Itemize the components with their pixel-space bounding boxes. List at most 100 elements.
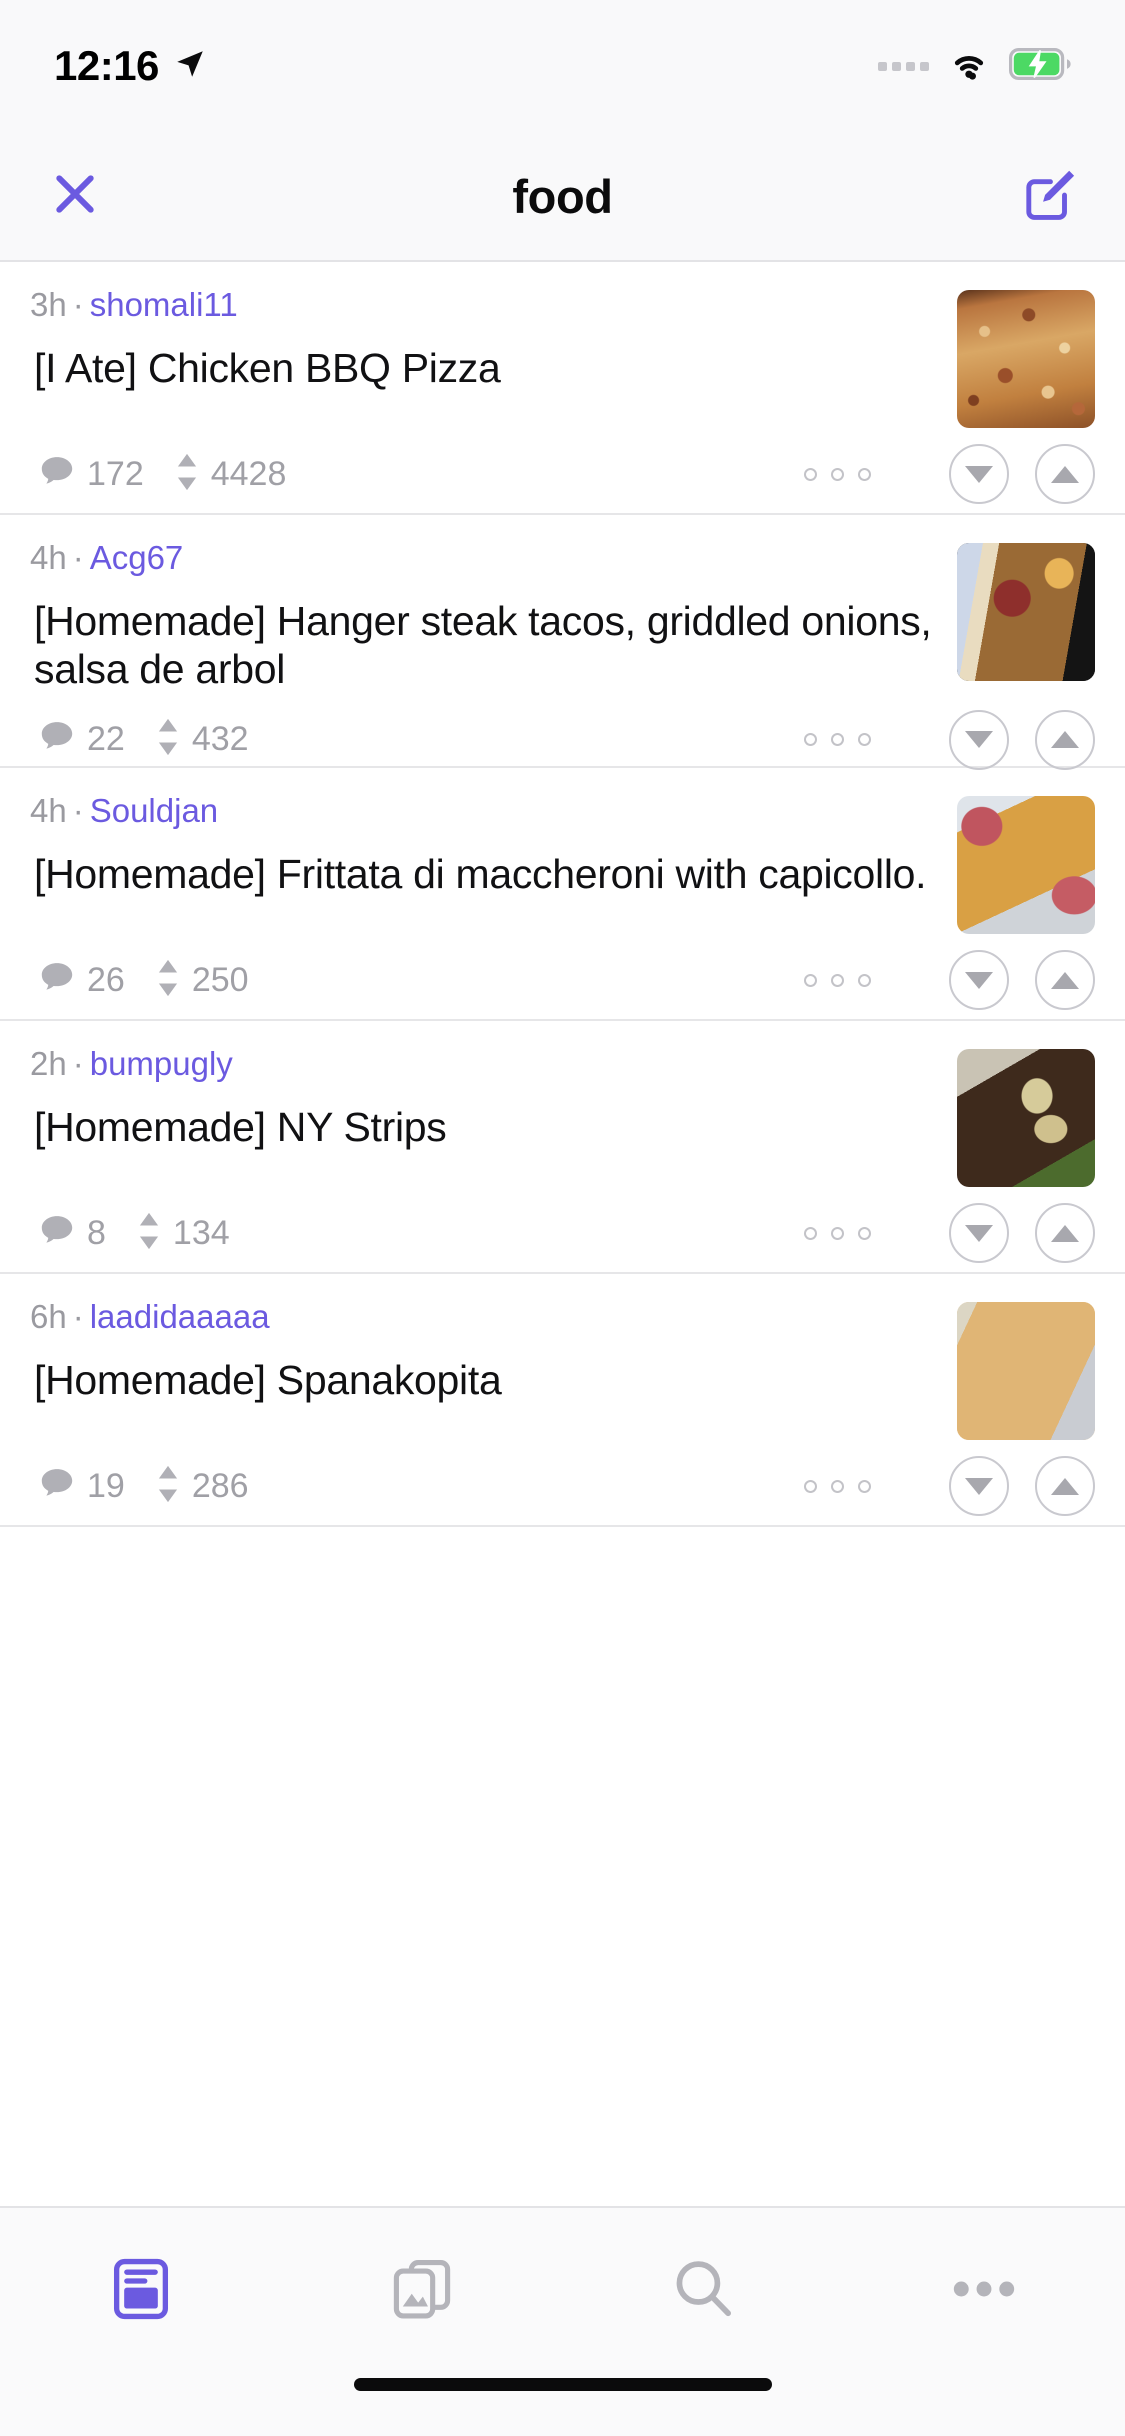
downvote-button[interactable] [949, 1456, 1009, 1516]
up-down-arrows-icon [174, 452, 200, 497]
meta-separator: · [72, 792, 84, 829]
gallery-images-icon [390, 2258, 454, 2325]
post-content[interactable]: 3h · shomali11 [I Ate] Chicken BBQ Pizza [30, 262, 1095, 428]
downvote-icon [965, 731, 993, 749]
post-age: 4h [30, 539, 67, 576]
post-thumbnail[interactable] [957, 1302, 1095, 1440]
post-age: 6h [30, 1298, 67, 1335]
search-icon [671, 2257, 735, 2326]
upvote-button[interactable] [1035, 1203, 1095, 1263]
post-author-link[interactable]: Souldjan [90, 792, 218, 829]
post-author-link[interactable]: bumpugly [90, 1045, 233, 1082]
score-value: 134 [172, 1213, 230, 1252]
post-thumbnail[interactable] [957, 543, 1095, 681]
post-title[interactable]: [Homemade] Hanger steak tacos, griddled … [30, 598, 933, 694]
post-text-block: 4h · Acg67 [Homemade] Hanger steak tacos, … [30, 541, 957, 694]
more-options-icon[interactable] [804, 1226, 871, 1240]
signal-dots-icon [878, 61, 929, 71]
downvote-button[interactable] [949, 709, 1009, 770]
more-options-icon[interactable] [804, 733, 871, 747]
comment-count-value: 22 [87, 720, 125, 759]
more-options-icon[interactable] [804, 1479, 871, 1493]
post-feed[interactable]: 3h · shomali11 [I Ate] Chicken BBQ Pizza 1… [0, 262, 1125, 2206]
upvote-button[interactable] [1035, 444, 1095, 504]
post-title[interactable]: [I Ate] Chicken BBQ Pizza [30, 345, 933, 393]
post-content[interactable]: 4h · Acg67 [Homemade] Hanger steak tacos, … [30, 515, 1095, 694]
comment-bubble-icon [38, 453, 76, 496]
post-author-link[interactable]: shomali11 [90, 286, 238, 323]
post-age: 3h [30, 286, 67, 323]
status-bar-clock: 12:16 [54, 42, 159, 89]
post-thumbnail[interactable] [957, 796, 1095, 934]
status-bar: 12:16 [0, 0, 1125, 132]
compose-button[interactable] [975, 165, 1125, 228]
score-count[interactable]: 286 [155, 1464, 249, 1509]
more-options-icon[interactable] [804, 973, 871, 987]
close-button[interactable] [0, 167, 150, 226]
compose-icon[interactable] [1021, 165, 1079, 228]
post-title[interactable]: [Homemade] Frittata di maccheroni with c… [30, 851, 933, 899]
tab-gallery[interactable] [281, 2258, 562, 2325]
upvote-icon [1051, 465, 1079, 483]
close-icon[interactable] [48, 167, 102, 226]
downvote-button[interactable] [949, 1203, 1009, 1263]
post-text-block: 4h · Souldjan [Homemade] Frittata di macch… [30, 794, 957, 934]
comment-bubble-icon [38, 718, 76, 761]
downvote-button[interactable] [949, 444, 1009, 504]
comment-count-value: 26 [87, 960, 125, 999]
post-item[interactable]: 6h · laadidaaaaa [Homemade] Spanakopita 19 [0, 1274, 1125, 1527]
comment-count[interactable]: 8 [38, 1212, 106, 1255]
post-content[interactable]: 2h · bumpugly [Homemade] NY Strips [30, 1021, 1095, 1187]
status-bar-right [878, 47, 1071, 86]
post-text-block: 6h · laadidaaaaa [Homemade] Spanakopita [30, 1300, 957, 1440]
post-meta: 4h · Souldjan [30, 794, 933, 827]
comment-count[interactable]: 22 [38, 718, 125, 761]
post-action-row: 8 134 [30, 1187, 1095, 1279]
post-content[interactable]: 4h · Souldjan [Homemade] Frittata di macch… [30, 768, 1095, 934]
score-value: 286 [191, 1466, 249, 1505]
post-item[interactable]: 2h · bumpugly [Homemade] NY Strips 8 134 [0, 1021, 1125, 1274]
tab-bar [0, 2206, 1125, 2374]
home-indicator[interactable] [353, 2378, 772, 2391]
tab-more[interactable] [844, 2277, 1125, 2306]
post-author-link[interactable]: laadidaaaaa [90, 1298, 270, 1335]
upvote-button[interactable] [1035, 950, 1095, 1010]
upvote-button[interactable] [1035, 1456, 1095, 1516]
post-title[interactable]: [Homemade] Spanakopita [30, 1357, 933, 1405]
score-count[interactable]: 4428 [174, 452, 286, 497]
upvote-icon [1051, 971, 1079, 989]
comment-count-value: 19 [87, 1466, 125, 1505]
post-item[interactable]: 4h · Acg67 [Homemade] Hanger steak tacos, … [0, 515, 1125, 770]
comment-count[interactable]: 26 [38, 959, 125, 1002]
post-item[interactable]: 4h · Souldjan [Homemade] Frittata di macch… [0, 768, 1125, 1021]
comment-count[interactable]: 19 [38, 1465, 125, 1508]
downvote-button[interactable] [949, 950, 1009, 1010]
post-thumbnail[interactable] [957, 1049, 1095, 1187]
score-count[interactable]: 250 [155, 958, 249, 1003]
downvote-icon [965, 1224, 993, 1242]
post-item[interactable]: 3h · shomali11 [I Ate] Chicken BBQ Pizza 1… [0, 262, 1125, 515]
up-down-arrows-icon [155, 958, 181, 1003]
comment-count[interactable]: 172 [38, 453, 144, 496]
post-meta: 3h · shomali11 [30, 288, 933, 321]
score-count[interactable]: 134 [136, 1211, 230, 1256]
up-down-arrows-icon [155, 717, 181, 762]
post-title[interactable]: [Homemade] NY Strips [30, 1104, 933, 1152]
post-content[interactable]: 6h · laadidaaaaa [Homemade] Spanakopita [30, 1274, 1095, 1440]
battery-charging-icon [1009, 47, 1071, 85]
comment-count-value: 8 [87, 1213, 106, 1252]
upvote-icon [1051, 1477, 1079, 1495]
feed-card-icon [111, 2258, 171, 2325]
post-thumbnail[interactable] [957, 290, 1095, 428]
more-options-icon[interactable] [804, 467, 871, 481]
more-dots-icon [953, 2277, 1015, 2306]
tab-search[interactable] [563, 2257, 844, 2326]
score-count[interactable]: 432 [155, 717, 249, 762]
post-author-link[interactable]: Acg67 [90, 539, 184, 576]
tab-feed[interactable] [0, 2258, 281, 2325]
score-value: 432 [191, 720, 249, 759]
meta-separator: · [72, 539, 84, 576]
upvote-button[interactable] [1035, 709, 1095, 770]
score-value: 250 [191, 960, 249, 999]
meta-separator: · [72, 1045, 84, 1082]
